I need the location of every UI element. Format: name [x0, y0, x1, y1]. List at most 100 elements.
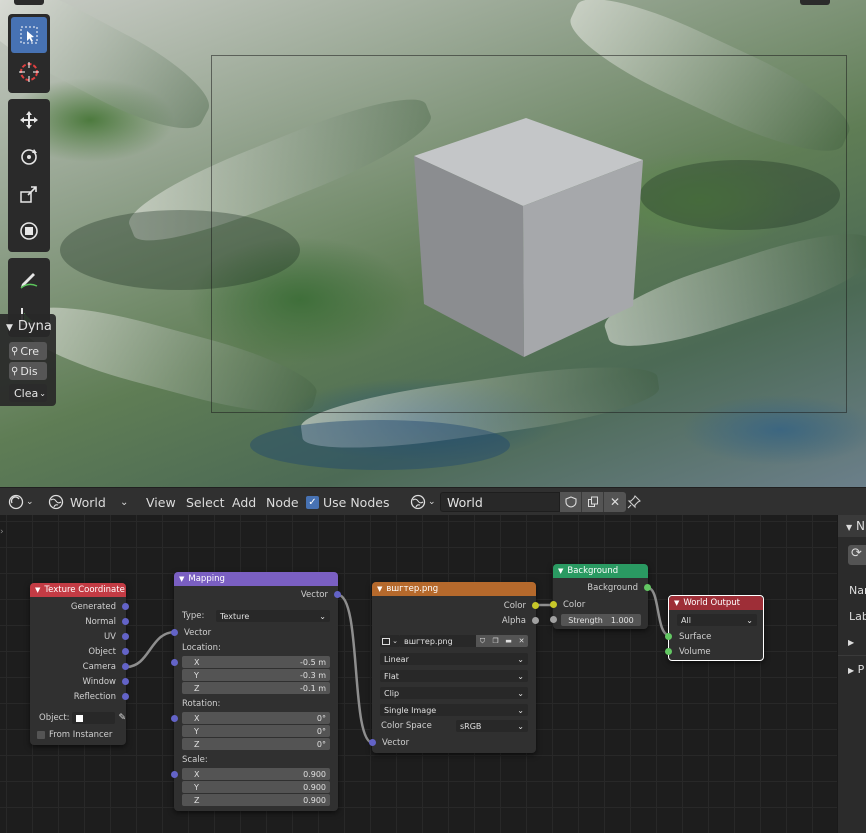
panel-header[interactable]: ▼ Dyna — [0, 317, 56, 340]
input-socket[interactable] — [171, 629, 178, 636]
output-socket[interactable] — [122, 603, 129, 610]
world-globe-icon — [410, 494, 426, 510]
scale-y-field[interactable]: Y 0.900 — [182, 781, 330, 793]
default-cube[interactable] — [0, 0, 866, 487]
node-editor-icon — [8, 494, 24, 510]
label-row-label: Lab — [849, 610, 866, 623]
duplicate-button[interactable]: ❐ — [489, 635, 502, 647]
world-output-node[interactable]: ▼ World Output All ⌄ Surface Volume — [665, 595, 764, 661]
image-texture-node[interactable]: ▼ вшгтер.png Color Alpha ⌄ вшгтер.png ⛉ ❐… — [369, 582, 539, 753]
projection-dropdown[interactable]: Flat ⌄ — [380, 670, 528, 682]
viewport-3d[interactable]: ▼ Dyna ⚲ Cre ⚲ Dis Clea ⌄ — [0, 0, 866, 487]
node-canvas[interactable]: › ▼ Texture Coordinate Generated Normal U… — [0, 515, 837, 833]
add-menu[interactable]: Add — [232, 488, 256, 516]
output-socket[interactable] — [644, 584, 651, 591]
location-z-field[interactable]: Z -0.1 m — [182, 682, 330, 694]
unlink-button[interactable]: ✕ — [515, 635, 528, 647]
use-nodes-toggle[interactable]: ✓ Use Nodes — [306, 488, 389, 516]
input-socket[interactable] — [369, 739, 376, 746]
rotation-x-field[interactable]: X 0° — [182, 712, 330, 724]
node-header[interactable]: ▼ вшгтер.png — [372, 582, 536, 596]
fake-user-button[interactable]: ⛉ — [476, 635, 489, 647]
location-y-field[interactable]: Y -0.3 m — [182, 669, 330, 681]
collapsed-panel-arrow[interactable]: ▶ — [848, 638, 854, 647]
node-header[interactable]: ▼ World Output — [669, 596, 763, 610]
pin-button[interactable] — [627, 488, 641, 516]
axis-label: Y — [194, 726, 199, 736]
cursor-tool[interactable] — [11, 54, 47, 90]
open-image-button[interactable]: ▬ — [502, 635, 515, 647]
source-dropdown[interactable]: Single Image ⌄ — [380, 704, 528, 716]
sidebar-tab[interactable]: ▼ N — [846, 519, 865, 533]
refresh-button[interactable]: ⟳ — [848, 545, 866, 565]
shader-type-dropdown[interactable]: World ⌄ — [48, 488, 128, 516]
fake-user-button[interactable] — [560, 492, 582, 512]
node-header[interactable]: ▼ Background — [553, 564, 648, 578]
move-tool[interactable] — [11, 102, 47, 138]
select-box-tool[interactable] — [11, 17, 47, 53]
axis-label: X — [194, 713, 200, 723]
output-socket[interactable] — [532, 602, 539, 609]
input-socket[interactable] — [550, 616, 557, 623]
location-x-field[interactable]: X -0.5 m — [182, 656, 330, 668]
output-socket[interactable] — [122, 678, 129, 685]
rotate-tool[interactable] — [11, 139, 47, 175]
output-socket[interactable] — [122, 648, 129, 655]
eyedropper-icon[interactable]: ✎ — [118, 713, 126, 723]
output-socket[interactable] — [122, 618, 129, 625]
extension-dropdown[interactable]: Clip ⌄ — [380, 687, 528, 699]
interpolation-dropdown[interactable]: Linear ⌄ — [380, 653, 528, 665]
texture-coordinate-node[interactable]: ▼ Texture Coordinate Generated Normal UV … — [30, 583, 129, 745]
view-menu[interactable]: View — [146, 488, 176, 516]
output-window: Window — [30, 675, 126, 689]
input-socket[interactable] — [665, 633, 672, 640]
scale-x-field[interactable]: X 0.900 — [182, 768, 330, 780]
panel-label: P — [857, 663, 865, 676]
collapse-triangle-icon: ▼ — [558, 567, 564, 575]
world-browse-button[interactable]: ⌄ — [410, 488, 436, 516]
node-menu[interactable]: Node — [266, 488, 299, 516]
mapping-node[interactable]: ▼ Mapping Vector Type: Texture ⌄ Vector Lo… — [171, 572, 341, 811]
node-header[interactable]: ▼ Texture Coordinate — [30, 583, 126, 597]
output-socket[interactable] — [122, 633, 129, 640]
socket-label: Vector — [300, 590, 328, 600]
input-socket[interactable] — [171, 715, 178, 722]
image-browse-button[interactable]: ⌄ — [380, 635, 400, 647]
image-name-field[interactable]: вшгтер.png — [400, 635, 476, 647]
node-header[interactable]: ▼ Mapping — [174, 572, 338, 586]
transform-tool[interactable] — [11, 213, 47, 249]
duplicate-button[interactable] — [582, 492, 604, 512]
input-socket[interactable] — [550, 601, 557, 608]
object-field[interactable] — [71, 712, 116, 724]
target-dropdown[interactable]: All ⌄ — [677, 614, 757, 626]
rotation-z-field[interactable]: Z 0° — [182, 738, 330, 750]
select-menu[interactable]: Select — [186, 488, 225, 516]
rotation-y-field[interactable]: Y 0° — [182, 725, 330, 737]
checkbox-unchecked-icon[interactable] — [37, 731, 45, 739]
output-socket[interactable] — [122, 693, 129, 700]
input-socket[interactable] — [665, 648, 672, 655]
world-name-field[interactable]: World — [440, 492, 560, 512]
from-instancer-row[interactable]: From Instancer — [30, 728, 126, 742]
strength-field[interactable]: Strength 1.000 — [561, 614, 641, 626]
scale-z-field[interactable]: Z 0.900 — [182, 794, 330, 806]
select-box-icon — [20, 26, 38, 44]
background-node[interactable]: ▼ Background Background Color Strength 1.0… — [550, 564, 651, 629]
dissolve-button[interactable]: ⚲ Dis — [9, 362, 47, 380]
output-socket[interactable] — [334, 591, 341, 598]
input-socket[interactable] — [171, 771, 178, 778]
editor-type-selector[interactable]: ⌄ — [8, 488, 34, 516]
create-button[interactable]: ⚲ Cre — [9, 342, 47, 360]
properties-panel-toggle[interactable]: ▶ P — [848, 663, 864, 676]
annotate-tool[interactable] — [11, 261, 47, 297]
clear-dropdown[interactable]: Clea ⌄ — [9, 384, 47, 402]
type-dropdown[interactable]: Texture ⌄ — [216, 610, 330, 622]
colorspace-dropdown[interactable]: sRGB ⌄ — [456, 720, 528, 732]
input-socket[interactable] — [171, 659, 178, 666]
unlink-button[interactable]: ✕ — [604, 492, 626, 512]
scale-tool[interactable] — [11, 176, 47, 212]
chevron-down-icon: ⌄ — [392, 637, 398, 645]
output-socket[interactable] — [532, 617, 539, 624]
checkbox-checked-icon: ✓ — [306, 495, 319, 509]
output-socket[interactable] — [122, 663, 129, 670]
